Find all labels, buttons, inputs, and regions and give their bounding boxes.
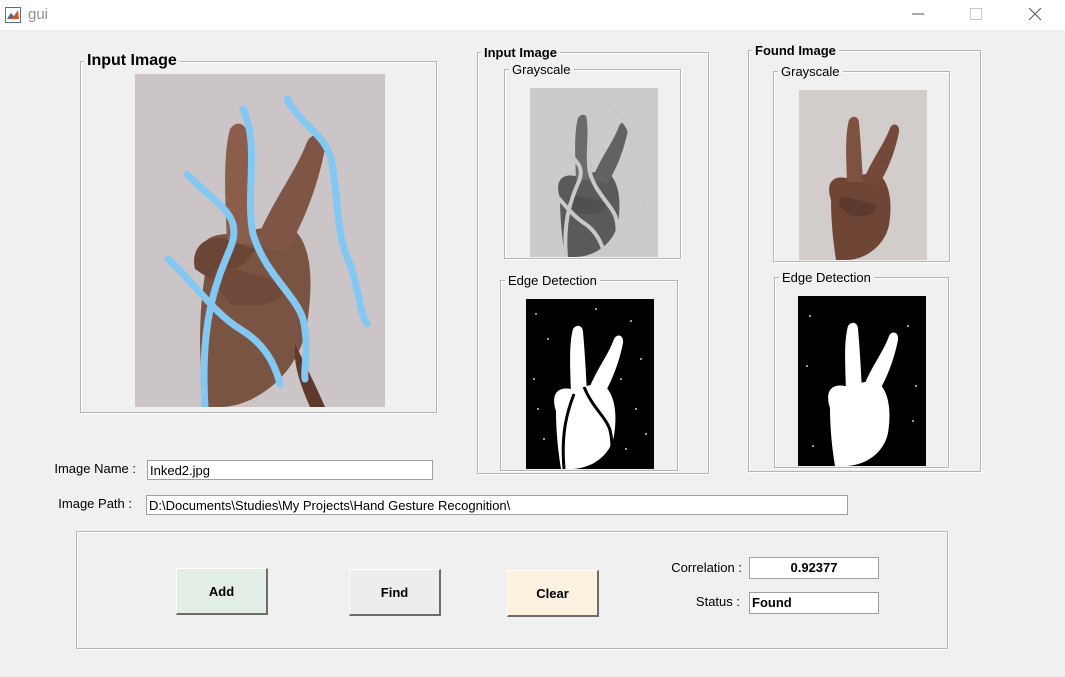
input-image — [135, 74, 385, 407]
status-field[interactable]: Found — [749, 592, 879, 614]
found-edge-label: Edge Detection — [779, 270, 874, 285]
input-processed-title: Input Image — [481, 45, 560, 60]
maximize-button[interactable] — [953, 0, 999, 30]
clear-button[interactable]: Clear — [507, 570, 599, 617]
input-edge-panel: Edge Detection — [500, 273, 678, 471]
maximize-icon — [970, 8, 982, 20]
close-button[interactable] — [1012, 0, 1058, 30]
found-edge-image — [798, 296, 926, 466]
input-grayscale-image — [530, 88, 658, 257]
image-name-label: Image Name : — [54, 461, 136, 476]
title-bar: gui — [0, 0, 1065, 30]
found-grayscale-label: Grayscale — [778, 64, 843, 79]
input-image-panel: Input Image — [80, 52, 437, 413]
minimize-icon — [912, 13, 924, 15]
input-grayscale-label: Grayscale — [509, 62, 574, 77]
window-title: gui — [28, 6, 49, 23]
correlation-label: Correlation : — [671, 560, 742, 575]
image-path-field[interactable]: D:\Documents\Studies\My Projects\Hand Ge… — [146, 495, 848, 515]
image-path-label: Image Path : — [58, 496, 132, 511]
controls-panel: Add Find Clear Correlation : 0.92377 Sta… — [76, 531, 948, 649]
found-edge-panel: Edge Detection — [774, 270, 949, 468]
found-image-panel: Found Image Grayscale Edge Detection — [748, 43, 981, 472]
status-label: Status : — [695, 594, 740, 609]
minimize-button[interactable] — [895, 0, 941, 30]
add-button[interactable]: Add — [176, 568, 268, 615]
correlation-field[interactable]: 0.92377 — [749, 557, 879, 579]
find-button[interactable]: Find — [349, 569, 441, 616]
input-processed-panel: Input Image Grayscale Edge Detection — [477, 45, 709, 474]
input-image-title: Input Image — [84, 52, 180, 70]
input-edge-label: Edge Detection — [505, 273, 600, 288]
image-name-field[interactable]: Inked2.jpg — [147, 460, 433, 480]
input-edge-image — [526, 299, 654, 469]
close-icon — [1028, 8, 1042, 21]
input-grayscale-panel: Grayscale — [504, 62, 681, 259]
found-image-title: Found Image — [752, 43, 839, 58]
found-grayscale-image — [799, 90, 927, 260]
found-grayscale-panel: Grayscale — [773, 64, 950, 262]
matlab-icon — [5, 7, 21, 23]
